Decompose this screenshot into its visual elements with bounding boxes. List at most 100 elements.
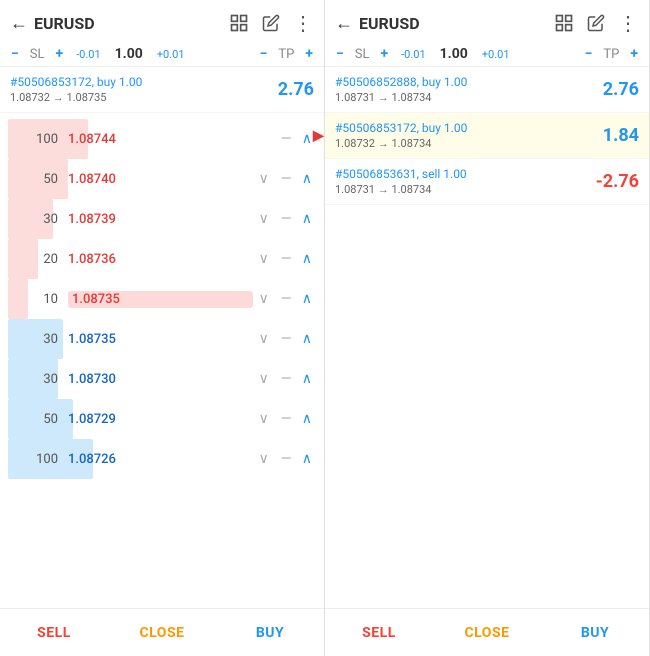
- right-trade-pnl-2: -2.76: [596, 171, 639, 192]
- left-back-arrow[interactable]: ←: [10, 13, 28, 34]
- left-buy-up-3[interactable]: ∧: [302, 451, 312, 467]
- left-tp-minus[interactable]: −: [257, 46, 271, 62]
- left-sell-down-3[interactable]: ∨: [259, 251, 269, 267]
- right-sl-plus[interactable]: +: [378, 46, 392, 62]
- left-buy-price-1: 1.08730: [68, 372, 253, 387]
- left-buy-up-0[interactable]: ∧: [302, 331, 312, 347]
- right-sl-value: 1.00: [436, 46, 472, 62]
- right-header: ← EURUSD ⋮: [325, 0, 649, 42]
- left-sell-up-0[interactable]: ∧: [302, 131, 312, 147]
- right-title: EURUSD: [359, 14, 553, 33]
- left-sell-row-0[interactable]: 100 1.08744 — ∧: [0, 119, 324, 159]
- left-buy-qty-1: 30: [8, 372, 58, 387]
- left-stack-icon[interactable]: [228, 12, 250, 34]
- left-buy-price-2: 1.08729: [68, 412, 253, 427]
- left-buy-row-3[interactable]: 100 1.08726 ∨ — ∧: [0, 439, 324, 479]
- left-sell-up-1[interactable]: ∧: [302, 171, 312, 187]
- right-trade-price-1: 1.08732 → 1.08734: [335, 137, 603, 150]
- left-trade-pnl-0: 2.76: [278, 79, 314, 100]
- right-panel: ← EURUSD ⋮ − SL + -0.01 1.00 +0.01: [325, 0, 650, 656]
- right-sl-minus[interactable]: −: [333, 46, 347, 62]
- left-buy-price-0: 1.08735: [68, 332, 253, 347]
- left-sell-qty-2: 30: [8, 212, 58, 227]
- left-sell-down-2[interactable]: ∨: [259, 211, 269, 227]
- right-trade-pnl-0: 2.76: [603, 79, 639, 100]
- right-trade-info-2: #50506853631, sell 1.00 1.08731 → 1.0873…: [335, 167, 596, 196]
- right-trade-row-1[interactable]: ▶ #50506853172, buy 1.00 1.08732 → 1.087…: [325, 113, 649, 159]
- left-sell-button[interactable]: SELL: [0, 609, 108, 656]
- right-edit-icon[interactable]: [585, 12, 607, 34]
- left-header-icons: ⋮: [228, 12, 314, 34]
- right-back-arrow[interactable]: ←: [335, 13, 353, 34]
- right-close-button[interactable]: CLOSE: [433, 609, 541, 656]
- right-empty-space: [325, 205, 649, 608]
- right-trade-row-2[interactable]: #50506853631, sell 1.00 1.08731 → 1.0873…: [325, 159, 649, 205]
- left-sell-dash-0: —: [281, 131, 292, 147]
- left-edit-icon[interactable]: [260, 12, 282, 34]
- left-sl-plus[interactable]: +: [53, 46, 67, 62]
- right-bottom-bar: SELL CLOSE BUY: [325, 608, 649, 656]
- left-sell-up-2[interactable]: ∧: [302, 211, 312, 227]
- left-buy-up-2[interactable]: ∧: [302, 411, 312, 427]
- left-panel: ← EURUSD ⋮ − SL + -0.01 1.00 +0.01: [0, 0, 325, 656]
- left-sl-minus[interactable]: −: [8, 46, 22, 62]
- left-buy-down-3[interactable]: ∨: [259, 451, 269, 467]
- left-trade-id-0: #50506853172, buy 1.00: [10, 75, 278, 89]
- left-sell-dash-2: —: [281, 211, 292, 227]
- left-trade-row-0[interactable]: #50506853172, buy 1.00 1.08732 → 1.08735…: [0, 67, 324, 113]
- right-more-icon[interactable]: ⋮: [617, 12, 639, 34]
- left-buy-dash-0: —: [281, 331, 292, 347]
- left-sell-qty-0: 100: [8, 132, 58, 147]
- left-order-book: 100 1.08744 — ∧ 50 1.08740 ∨ — ∧ 30 1.08…: [0, 113, 324, 608]
- left-buy-down-2[interactable]: ∨: [259, 411, 269, 427]
- left-buy-qty-2: 50: [8, 412, 58, 427]
- right-trade-pnl-1: 1.84: [603, 125, 639, 146]
- left-sell-row-1[interactable]: 50 1.08740 ∨ — ∧: [0, 159, 324, 199]
- right-adj-plus: +0.01: [480, 48, 512, 61]
- right-sl-label: SL: [351, 47, 374, 62]
- left-sell-qty-1: 50: [8, 172, 58, 187]
- left-sell-price-1: 1.08740: [68, 172, 253, 187]
- left-buy-down-1[interactable]: ∨: [259, 371, 269, 387]
- right-trade-price-0: 1.08731 → 1.08734: [335, 91, 603, 104]
- left-buy-button[interactable]: BUY: [216, 609, 324, 656]
- left-sell-dash-3: —: [281, 251, 292, 267]
- left-buy-dash-1: —: [281, 371, 292, 387]
- left-sell-dash-1: —: [281, 171, 292, 187]
- left-sell-row-4[interactable]: 10 1.08735 ∨ — ∧: [0, 279, 324, 319]
- right-buy-button[interactable]: BUY: [541, 609, 649, 656]
- right-sl-tp-bar: − SL + -0.01 1.00 +0.01 − TP +: [325, 42, 649, 67]
- left-buy-row-1[interactable]: 30 1.08730 ∨ — ∧: [0, 359, 324, 399]
- left-header: ← EURUSD ⋮: [0, 0, 324, 42]
- left-sell-row-2[interactable]: 30 1.08739 ∨ — ∧: [0, 199, 324, 239]
- left-tp-plus[interactable]: +: [302, 46, 316, 62]
- left-buy-row-0[interactable]: 30 1.08735 ∨ — ∧: [0, 319, 324, 359]
- left-buy-qty-0: 30: [8, 332, 58, 347]
- left-close-button[interactable]: CLOSE: [108, 609, 216, 656]
- left-sell-up-3[interactable]: ∧: [302, 251, 312, 267]
- left-buy-down-0[interactable]: ∨: [259, 331, 269, 347]
- left-sell-down-4[interactable]: ∨: [259, 291, 269, 307]
- left-sl-tp-bar: − SL + -0.01 1.00 +0.01 − TP +: [0, 42, 324, 67]
- right-trade-row-0[interactable]: #50506852888, buy 1.00 1.08731 → 1.08734…: [325, 67, 649, 113]
- right-tp-plus[interactable]: +: [627, 46, 641, 62]
- right-sell-button[interactable]: SELL: [325, 609, 433, 656]
- left-sl-label: SL: [26, 47, 49, 62]
- left-sell-dash-4: —: [281, 291, 292, 307]
- right-trade-info-1: #50506853172, buy 1.00 1.08732 → 1.08734: [335, 121, 603, 150]
- right-stack-icon[interactable]: [553, 12, 575, 34]
- left-title: EURUSD: [34, 14, 228, 33]
- left-trade-info-0: #50506853172, buy 1.00 1.08732 → 1.08735: [10, 75, 278, 104]
- left-sell-up-4[interactable]: ∧: [302, 291, 312, 307]
- left-buy-row-2[interactable]: 50 1.08729 ∨ — ∧: [0, 399, 324, 439]
- left-adj-plus: +0.01: [155, 48, 187, 61]
- right-tp-minus[interactable]: −: [582, 46, 596, 62]
- left-more-icon[interactable]: ⋮: [292, 12, 314, 34]
- left-sell-down-1[interactable]: ∨: [259, 171, 269, 187]
- left-buy-up-1[interactable]: ∧: [302, 371, 312, 387]
- left-buy-qty-3: 100: [8, 452, 58, 467]
- left-sell-row-3[interactable]: 20 1.08736 ∨ — ∧: [0, 239, 324, 279]
- right-header-icons: ⋮: [553, 12, 639, 34]
- right-arrow-indicator: ▶: [313, 128, 324, 144]
- left-adj-minus: -0.01: [74, 48, 103, 61]
